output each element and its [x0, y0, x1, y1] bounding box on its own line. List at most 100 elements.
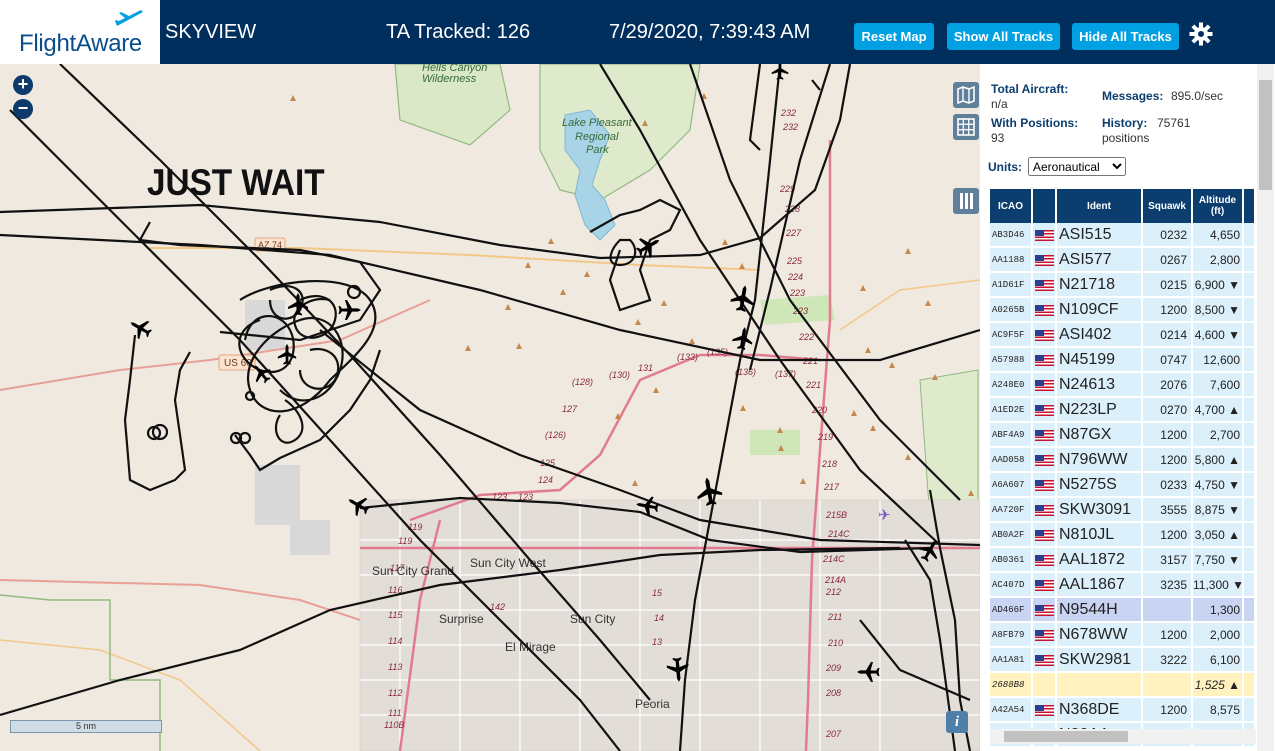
cell-icao: AB3D46 — [990, 223, 1033, 248]
cell-flag — [1033, 548, 1057, 573]
cell-extra — [1244, 548, 1256, 573]
cell-extra — [1244, 223, 1256, 248]
cell-icao: A6A607 — [990, 473, 1033, 498]
overlay-caption: JUST WAIT — [147, 162, 325, 203]
aircraft-table: ICAO Ident Squawk Altitude (ft) AB3D46 ASI… — [990, 189, 1256, 748]
cell-extra — [1244, 598, 1256, 623]
hide-all-tracks-button[interactable]: Hide All Tracks — [1072, 23, 1179, 50]
cell-flag — [1033, 698, 1057, 723]
table-row[interactable]: A248E0 N24613 2076 7,600 — [990, 373, 1256, 398]
table-row[interactable]: A42A54 N368DE 1200 8,575 — [990, 698, 1256, 723]
aircraft-table-container[interactable]: ICAO Ident Squawk Altitude (ft) AB3D46 ASI… — [990, 189, 1256, 751]
table-row[interactable]: A57988 N45199 0747 12,600 — [990, 348, 1256, 373]
column-flag[interactable] — [1033, 189, 1057, 223]
table-row[interactable]: A0265B N109CF 1200 8,500 ▼ — [990, 298, 1256, 323]
gear-icon[interactable] — [1189, 22, 1213, 46]
columns-toggle-icon[interactable] — [953, 188, 979, 214]
table-row[interactable]: AB0361 AAL1872 3157 7,750 ▼ — [990, 548, 1256, 573]
table-row[interactable]: A8FB79 N678WW 1200 2,000 — [990, 623, 1256, 648]
cell-extra — [1244, 423, 1256, 448]
column-altitude[interactable]: Altitude (ft) — [1193, 189, 1244, 223]
surprise-label: Surprise — [439, 612, 484, 626]
cell-icao: A1D61F — [990, 273, 1033, 298]
cell-icao: AB0361 — [990, 548, 1033, 573]
reset-map-button[interactable]: Reset Map — [854, 23, 934, 50]
cell-altitude: 7,600 — [1193, 373, 1244, 398]
cell-flag — [1033, 498, 1057, 523]
us-flag-icon — [1035, 504, 1054, 516]
vertical-scroll-thumb[interactable] — [1259, 80, 1272, 190]
map-view[interactable]: ✈ 232 232 229 228 227 225 224 223 223 222 221 22… — [0, 64, 980, 751]
cell-squawk: 0747 — [1143, 348, 1193, 373]
cell-flag — [1033, 673, 1057, 698]
svg-text:(128): (128) — [572, 377, 593, 387]
cell-ident: ASI402 — [1057, 323, 1143, 348]
cell-ident: N678WW — [1057, 623, 1143, 648]
cell-extra — [1244, 348, 1256, 373]
us-flag-icon — [1035, 254, 1054, 266]
svg-text:221: 221 — [805, 380, 821, 390]
us-flag-icon — [1035, 479, 1054, 491]
svg-text:208: 208 — [825, 688, 841, 698]
column-ident[interactable]: Ident — [1057, 189, 1143, 223]
horizontal-scroll-thumb[interactable] — [1004, 731, 1128, 742]
table-row[interactable]: AA1A81 SKW2981 3222 6,100 — [990, 648, 1256, 673]
cell-extra — [1244, 623, 1256, 648]
us-flag-icon — [1035, 654, 1054, 666]
cell-altitude: 11,300 ▼ — [1193, 573, 1244, 598]
grid-icon[interactable] — [953, 114, 979, 140]
cell-squawk: 0267 — [1143, 248, 1193, 273]
table-row[interactable]: AD466F N9544H 1,300 — [990, 598, 1256, 623]
zoom-out-button[interactable]: − — [13, 99, 33, 119]
cell-extra — [1244, 698, 1256, 723]
map-layer-icon[interactable] — [953, 82, 979, 108]
column-extra[interactable] — [1244, 189, 1256, 223]
svg-text:214C: 214C — [827, 529, 850, 539]
table-row[interactable]: AB0A2F N810JL 1200 3,050 ▲ — [990, 523, 1256, 548]
table-row[interactable]: AB3D46 ASI515 0232 4,650 — [990, 223, 1256, 248]
us-flag-icon — [1035, 429, 1054, 441]
svg-text:214C: 214C — [822, 554, 845, 564]
zoom-in-button[interactable]: + — [13, 75, 33, 95]
svg-text:13: 13 — [652, 637, 662, 647]
cell-flag — [1033, 323, 1057, 348]
table-row[interactable]: A1ED2E N223LP 0270 4,700 ▲ — [990, 398, 1256, 423]
cell-icao: A1ED2E — [990, 398, 1033, 423]
cell-squawk: 1200 — [1143, 698, 1193, 723]
svg-text:(133): (133) — [677, 352, 698, 362]
column-squawk[interactable]: Squawk — [1143, 189, 1193, 223]
table-row[interactable]: AAD058 N796WW 1200 5,800 ▲ — [990, 448, 1256, 473]
history-label: History: — [1102, 116, 1148, 130]
table-row[interactable]: AC9F5F ASI402 0214 4,600 ▼ — [990, 323, 1256, 348]
cell-icao: A8FB79 — [990, 623, 1033, 648]
info-icon[interactable]: i — [946, 711, 968, 733]
cell-ident — [1057, 673, 1143, 698]
flightaware-logo[interactable]: FlightAware — [0, 0, 160, 64]
table-row[interactable]: ABF4A9 N87GX 1200 2,700 — [990, 423, 1256, 448]
cell-altitude: 6,100 — [1193, 648, 1244, 673]
cell-squawk: 1200 — [1143, 523, 1193, 548]
cell-ident: AAL1867 — [1057, 573, 1143, 598]
svg-text:217: 217 — [823, 482, 840, 492]
column-icao[interactable]: ICAO — [990, 189, 1033, 223]
table-row[interactable]: A1D61F N21718 0215 6,900 ▼ — [990, 273, 1256, 298]
cell-squawk — [1143, 598, 1193, 623]
top-bar: FlightAware SKYVIEW TA Tracked: 126 7/29… — [0, 0, 1275, 64]
cell-altitude: 4,650 — [1193, 223, 1244, 248]
table-row[interactable]: AC407D AAL1867 3235 11,300 ▼ — [990, 573, 1256, 598]
show-all-tracks-button[interactable]: Show All Tracks — [947, 23, 1060, 50]
table-row[interactable]: 2688B8 1,525 ▲ — [990, 673, 1256, 698]
wilderness-label: Wilderness — [422, 73, 477, 85]
us-flag-icon — [1035, 579, 1054, 591]
table-row[interactable]: A6A607 N5275S 0233 4,750 ▼ — [990, 473, 1256, 498]
us-flag-icon — [1035, 354, 1054, 366]
cell-squawk: 3235 — [1143, 573, 1193, 598]
table-row[interactable]: AA720F SKW3091 3555 8,875 ▼ — [990, 498, 1256, 523]
units-select[interactable]: Aeronautical — [1028, 157, 1126, 176]
total-aircraft-label: Total Aircraft: — [991, 82, 1069, 96]
cell-icao: 2688B8 — [990, 673, 1033, 698]
svg-text:224: 224 — [787, 272, 803, 282]
cell-icao: ABF4A9 — [990, 423, 1033, 448]
table-row[interactable]: AA1188 ASI577 0267 2,800 — [990, 248, 1256, 273]
cell-altitude: 1,525 ▲ — [1193, 673, 1244, 698]
